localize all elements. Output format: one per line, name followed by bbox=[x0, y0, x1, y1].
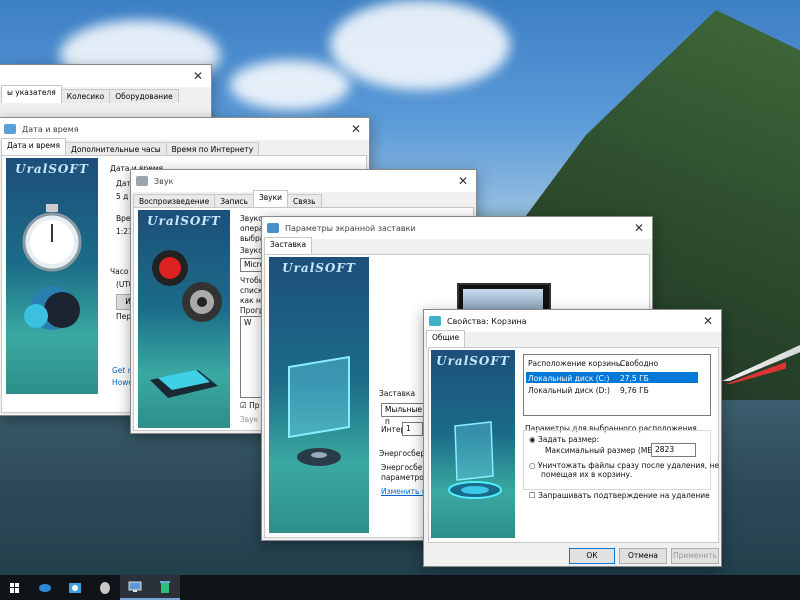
date-value: 5 д bbox=[116, 192, 129, 201]
window-title: Параметры экранной заставки bbox=[285, 223, 416, 233]
event-item[interactable]: W bbox=[244, 318, 251, 327]
screensaver-section-label: Заставка bbox=[379, 389, 416, 398]
monitor-graphic-icon bbox=[288, 355, 350, 466]
tab-recording[interactable]: Запись bbox=[214, 194, 254, 208]
stopwatch-icon bbox=[22, 204, 82, 330]
tab-strip: ы указателя Колесико Оборудование bbox=[0, 85, 211, 103]
cancel-button[interactable]: Отмена bbox=[619, 548, 667, 564]
title-bar: Дата и время ✕ bbox=[0, 118, 369, 140]
speakers-icon bbox=[150, 250, 222, 398]
sounds-help-2: списк bbox=[240, 286, 263, 295]
max-size-input[interactable]: 2823 bbox=[651, 443, 696, 457]
window-title: Свойства: Корзина bbox=[447, 316, 527, 326]
power-text-2: параметров bbox=[381, 473, 429, 482]
tab-pointers[interactable]: ы указателя bbox=[1, 85, 62, 103]
tab-date-time[interactable]: Дата и время bbox=[1, 138, 67, 156]
timezone-label: Часо bbox=[110, 267, 129, 276]
tab-panel: UralSOFT Расположение корзины Свободно Л… bbox=[428, 347, 719, 543]
locations-list[interactable]: Расположение корзины Свободно Локальный … bbox=[523, 354, 711, 416]
promo-banner: UralSOFT bbox=[431, 350, 515, 538]
custom-size-label: Задать размер: bbox=[537, 435, 600, 444]
taskbar bbox=[0, 575, 800, 600]
tab-strip: Дата и время Дополнительные часы Время п… bbox=[0, 138, 369, 156]
sounds-description-2: опера bbox=[240, 224, 264, 233]
cloud bbox=[330, 0, 510, 90]
sounds-description: Звуко bbox=[240, 214, 263, 223]
close-icon[interactable]: ✕ bbox=[456, 174, 470, 188]
screensaver-select[interactable]: Мыльные п bbox=[381, 403, 424, 426]
screensaver-icon[interactable] bbox=[120, 575, 150, 600]
custom-size-radio[interactable]: ◉ Задать размер: bbox=[529, 435, 599, 444]
delete-immediately-label-2: помещая их в корзину. bbox=[541, 470, 633, 479]
tab-hardware[interactable]: Оборудование bbox=[109, 89, 179, 103]
confirm-delete-checkbox[interactable]: ☐ Запрашивать подтверждение на удаление bbox=[529, 491, 710, 500]
sound-scheme-label: Звуко bbox=[240, 246, 263, 255]
apply-button[interactable]: Применить bbox=[671, 548, 719, 564]
tab-general[interactable]: Общие bbox=[426, 330, 466, 348]
location-name-d[interactable]: Локальный диск (D:) bbox=[528, 385, 610, 397]
tab-screensaver[interactable]: Заставка bbox=[264, 237, 313, 255]
promo-banner: UralSOFT bbox=[6, 158, 98, 394]
title-bar: Параметры экранной заставки ✕ bbox=[262, 217, 652, 239]
monitor-icon bbox=[267, 223, 279, 233]
tab-communications[interactable]: Связь bbox=[287, 194, 322, 208]
title-bar: Свойства: Корзина ✕ bbox=[424, 310, 721, 332]
close-icon[interactable]: ✕ bbox=[632, 221, 646, 235]
speaker-icon bbox=[136, 176, 148, 186]
max-size-label: Максимальный размер (МБ): bbox=[545, 446, 658, 455]
tab-strip: Общие bbox=[424, 330, 721, 348]
confirm-delete-label: Запрашивать подтверждение на удаление bbox=[538, 491, 710, 500]
mouse-icon[interactable] bbox=[30, 575, 60, 600]
tab-additional-clocks[interactable]: Дополнительные часы bbox=[65, 142, 167, 156]
tab-playback[interactable]: Воспроизведение bbox=[133, 194, 216, 208]
title-bar: ✕ bbox=[0, 65, 211, 87]
delete-immediately-radio[interactable]: ○ Уничтожать файлы сразу после удаления,… bbox=[529, 461, 719, 470]
location-name-c: Локальный диск (C:) bbox=[528, 374, 610, 383]
window-title: Звук bbox=[154, 176, 174, 186]
recycle-bin-window: Свойства: Корзина ✕ Общие UralSOFT Распо… bbox=[423, 309, 722, 567]
tab-wheel[interactable]: Колесико bbox=[60, 89, 111, 103]
tab-internet-time[interactable]: Время по Интернету bbox=[165, 142, 260, 156]
datetime-icon[interactable] bbox=[60, 575, 90, 600]
title-bar: Звук ✕ bbox=[131, 170, 476, 192]
cloud bbox=[230, 60, 350, 110]
clock-icon bbox=[4, 124, 16, 134]
location-free-c: 27,5 ГБ bbox=[620, 374, 649, 383]
promo-banner: UralSOFT bbox=[138, 210, 230, 428]
recycle-bin-icon bbox=[429, 316, 441, 326]
close-icon[interactable]: ✕ bbox=[701, 314, 715, 328]
tab-sounds[interactable]: Звуки bbox=[252, 190, 289, 208]
play-startup-label: Пр bbox=[249, 401, 260, 410]
location-free-d: 9,76 ГБ bbox=[620, 386, 649, 395]
delete-immediately-label: Уничтожать файлы сразу после удаления, н… bbox=[537, 461, 720, 470]
sounds-label: Звук bbox=[240, 415, 259, 424]
close-icon[interactable]: ✕ bbox=[349, 122, 363, 136]
recycle-bin-icon[interactable] bbox=[150, 575, 180, 600]
col-free-header: Свободно bbox=[620, 359, 659, 368]
close-icon[interactable]: ✕ bbox=[191, 69, 205, 83]
tab-strip: Воспроизведение Запись Звуки Связь bbox=[131, 190, 476, 208]
start-icon[interactable] bbox=[0, 575, 30, 600]
tab-strip: Заставка bbox=[262, 237, 652, 255]
promo-banner: UralSOFT bbox=[269, 257, 369, 533]
window-title: Дата и время bbox=[22, 124, 79, 134]
recycle-graphic-icon bbox=[448, 421, 502, 499]
col-location-header: Расположение корзины bbox=[528, 359, 622, 368]
ok-button[interactable]: ОК bbox=[569, 548, 615, 564]
sound-icon[interactable] bbox=[90, 575, 120, 600]
interval-input[interactable]: 1 bbox=[402, 422, 423, 436]
play-startup-checkbox[interactable]: ☑ Пр bbox=[240, 401, 260, 410]
